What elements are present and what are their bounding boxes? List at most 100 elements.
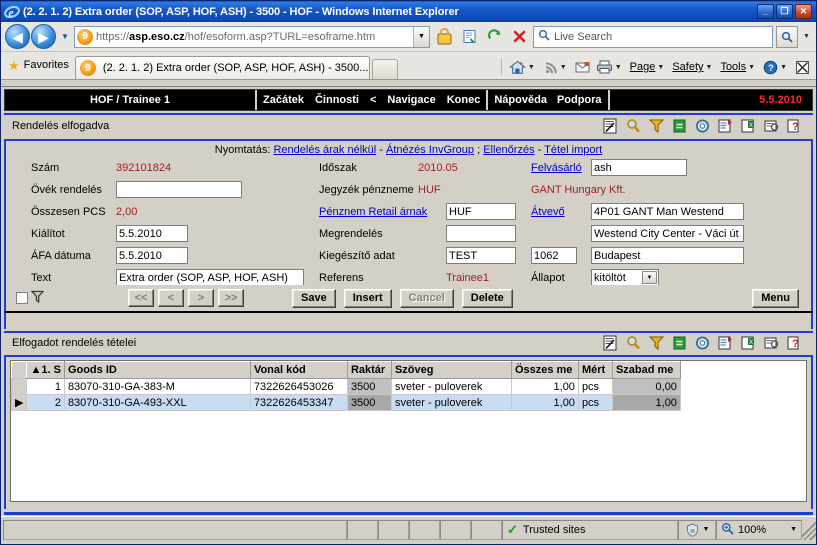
- preview-icon[interactable]: [763, 335, 780, 351]
- address-input[interactable]: 9 https://asp.eso.cz/hof/esoform.asp?TUR…: [74, 25, 430, 48]
- compatibility-view-icon[interactable]: [458, 26, 480, 48]
- refresh-icon[interactable]: [671, 118, 688, 134]
- favorites-button[interactable]: ★ Favorites: [5, 54, 75, 76]
- protected-mode-caret-icon[interactable]: ▼: [703, 526, 710, 533]
- input-megrendeles[interactable]: [446, 225, 516, 242]
- resize-grip[interactable]: [802, 519, 816, 540]
- menu-button[interactable]: Menu: [752, 288, 799, 308]
- delete-button[interactable]: Delete: [461, 288, 513, 308]
- search-icon[interactable]: [625, 335, 642, 351]
- help-button[interactable]: ? ▼: [761, 60, 792, 75]
- recent-pages-caret-icon[interactable]: ▼: [59, 32, 71, 41]
- print-link-tetel-import[interactable]: Tétel import: [544, 144, 602, 156]
- safety-menu[interactable]: Safety ▼: [670, 61, 717, 73]
- nav-last-button[interactable]: >>: [218, 289, 244, 307]
- browser-tab[interactable]: 9 (2. 2. 1. 2) Extra order (SOP, ASP, HO…: [74, 56, 370, 79]
- search-provider-caret-icon[interactable]: ▼: [801, 33, 812, 40]
- back-button[interactable]: ◀: [5, 24, 30, 49]
- zoom-control[interactable]: 100% ▼: [716, 519, 802, 540]
- input-felvasarlo[interactable]: ash: [591, 159, 687, 176]
- export-excel-icon[interactable]: X: [740, 118, 757, 134]
- column-header-osszes-me[interactable]: Összes me: [510, 361, 579, 379]
- edit-note-icon[interactable]: [602, 118, 619, 134]
- search-input[interactable]: Live Search: [533, 25, 773, 48]
- security-zone[interactable]: ✓ Trusted sites: [502, 519, 678, 540]
- column-header-mert[interactable]: Mért: [577, 361, 613, 379]
- mail-button[interactable]: [573, 61, 593, 74]
- column-header-sort[interactable]: ▲1. S: [26, 361, 65, 379]
- nav-first-button[interactable]: <<: [128, 289, 154, 307]
- feeds-button[interactable]: ▼: [541, 60, 572, 75]
- help-doc-icon[interactable]: ?: [786, 118, 803, 134]
- export-doc-icon[interactable]: [717, 118, 734, 134]
- help-caret-icon[interactable]: ▼: [780, 64, 787, 71]
- close-button[interactable]: ✕: [795, 4, 812, 19]
- column-header-szabad-me[interactable]: Szabad me: [611, 361, 681, 379]
- menu-item-back[interactable]: <: [370, 94, 376, 106]
- home-button[interactable]: ▼: [507, 60, 540, 75]
- new-tab-button[interactable]: [371, 59, 398, 79]
- settings-icon[interactable]: [694, 118, 711, 134]
- chevron-down-icon[interactable]: ▼: [642, 271, 657, 284]
- address-dropdown-icon[interactable]: ▼: [413, 26, 429, 47]
- page-caret-icon[interactable]: ▼: [657, 64, 664, 71]
- settings-icon[interactable]: [694, 335, 711, 351]
- minimize-button[interactable]: _: [757, 4, 774, 19]
- nav-next-button[interactable]: >: [188, 289, 214, 307]
- home-caret-icon[interactable]: ▼: [528, 64, 535, 71]
- input-kiegeszito-adat[interactable]: TEST: [446, 247, 516, 264]
- edit-note-icon[interactable]: [602, 335, 619, 351]
- safety-caret-icon[interactable]: ▼: [706, 64, 713, 71]
- tools-caret-icon[interactable]: ▼: [748, 64, 755, 71]
- link-atvevo[interactable]: Átvevő: [531, 206, 565, 218]
- table-row[interactable]: ▶ 2 83070-310-GA-493-XXL 7322626453347 3…: [10, 394, 688, 411]
- filter-icon[interactable]: [648, 335, 665, 351]
- input-atvevo[interactable]: 4P01 GANT Man Westend: [591, 203, 744, 220]
- refresh-button[interactable]: [483, 26, 505, 48]
- page-menu[interactable]: Page ▼: [628, 61, 670, 73]
- input-penznem-retail-arnak[interactable]: HUF: [446, 203, 516, 220]
- column-header-raktar[interactable]: Raktár: [346, 361, 392, 379]
- feeds-caret-icon[interactable]: ▼: [560, 64, 567, 71]
- funnel-icon[interactable]: [30, 290, 45, 306]
- forward-button[interactable]: ▶: [31, 24, 56, 49]
- input-text[interactable]: Extra order (SOP, ASP, HOF, ASH): [116, 269, 304, 286]
- protected-mode-indicator[interactable]: ▼: [678, 519, 716, 540]
- filter-icon[interactable]: [648, 118, 665, 134]
- input-atvevo-address[interactable]: Westend City Center - Váci út: [591, 225, 744, 242]
- fullscreen-button[interactable]: [793, 60, 812, 75]
- stop-button[interactable]: [508, 26, 530, 48]
- menu-item-zacatek[interactable]: Začátek: [263, 94, 304, 106]
- nav-prev-button[interactable]: <: [158, 289, 184, 307]
- print-link-atnezes-invgroup[interactable]: Átnézés InvGroup: [386, 144, 474, 156]
- zoom-caret-icon[interactable]: ▼: [790, 526, 797, 533]
- search-go-button[interactable]: [776, 25, 798, 48]
- link-penznem-retail-arnak[interactable]: Pénznem Retail árnak: [319, 206, 427, 218]
- maximize-button[interactable]: ❐: [776, 4, 793, 19]
- input-ovek-rendeles[interactable]: [116, 181, 242, 198]
- table-row[interactable]: 1 83070-310-GA-383-M 7322626453026 3500 …: [10, 378, 688, 395]
- input-city[interactable]: Budapest: [591, 247, 744, 264]
- items-grid[interactable]: ▲1. S Goods ID Vonal kód Raktár Szöveg Ö…: [10, 360, 807, 502]
- select-all-checkbox[interactable]: [16, 292, 28, 304]
- export-excel-icon[interactable]: X: [740, 335, 757, 351]
- input-postal-code[interactable]: 1062: [531, 247, 577, 264]
- print-link-ellenorzes[interactable]: Ellenőrzés: [483, 144, 534, 156]
- menu-item-navigace[interactable]: Navigace: [387, 94, 435, 106]
- print-caret-icon[interactable]: ▼: [615, 64, 622, 71]
- refresh-icon[interactable]: [671, 335, 688, 351]
- menu-item-cinnosti[interactable]: Činnosti: [315, 94, 359, 106]
- print-link-rendeles-arak-nelkul[interactable]: Rendelés árak nélkül: [273, 144, 376, 156]
- save-button[interactable]: Save: [292, 288, 336, 308]
- search-icon[interactable]: [625, 118, 642, 134]
- menu-item-podpora[interactable]: Podpora: [557, 94, 602, 106]
- tools-menu[interactable]: Tools ▼: [718, 61, 760, 73]
- column-header-vonal-kod[interactable]: Vonal kód: [249, 361, 348, 379]
- print-button[interactable]: ▼: [594, 60, 627, 74]
- export-doc-icon[interactable]: [717, 335, 734, 351]
- select-allapot[interactable]: kitöltöt ▼: [591, 269, 659, 286]
- input-kialitot[interactable]: 5.5.2010: [116, 225, 188, 242]
- input-afa-datuma[interactable]: 5.5.2010: [116, 247, 188, 264]
- menu-item-konec[interactable]: Konec: [447, 94, 481, 106]
- link-felvasarlo[interactable]: Felvásárló: [531, 162, 582, 174]
